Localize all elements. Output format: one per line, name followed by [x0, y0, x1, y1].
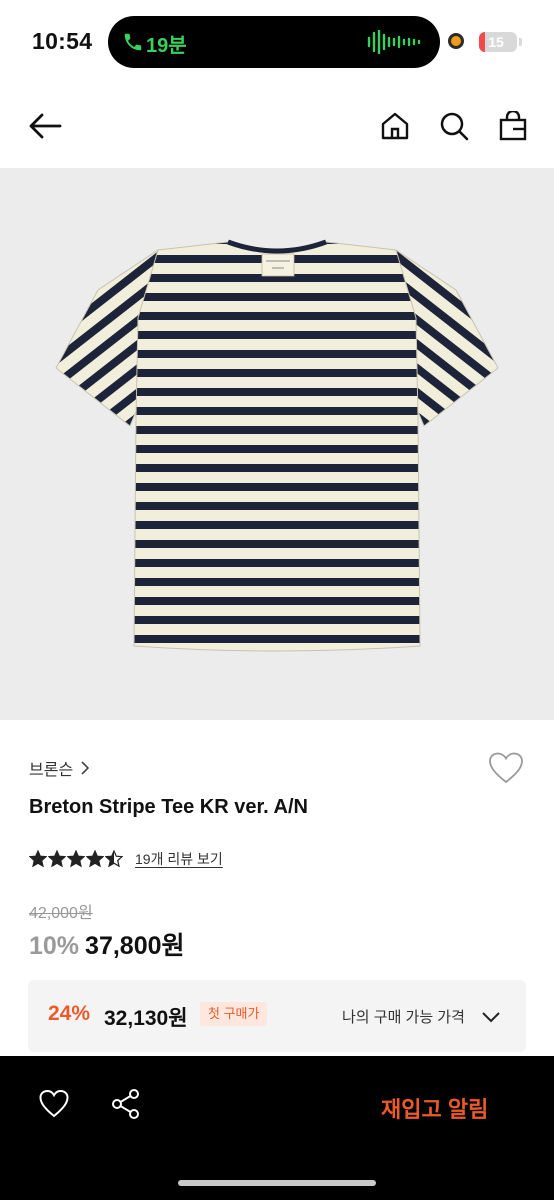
product-image[interactable]	[0, 168, 554, 720]
product-name: Breton Stripe Tee KR ver. A/N	[29, 796, 308, 818]
shopping-bag-icon	[499, 111, 527, 141]
sale-price: 37,800원	[85, 932, 185, 960]
battery-level: 15	[488, 34, 504, 50]
home-indicator[interactable]	[178, 1180, 376, 1186]
review-link[interactable]: 19개 리뷰 보기	[135, 849, 223, 869]
arrow-left-icon	[29, 113, 62, 139]
battery-tip	[519, 38, 522, 46]
star-icon	[67, 850, 85, 868]
brand-name: 브론슨	[29, 762, 74, 779]
coupon-price: 32,130원	[104, 1007, 188, 1030]
top-nav-bar	[0, 84, 554, 168]
my-price-box[interactable]: 24% 32,130원 첫 구매가 나의 구매 가능 가격	[28, 980, 526, 1052]
star-icon	[86, 850, 104, 868]
price-row: 10% 37,800원	[29, 926, 185, 962]
discount-rate: 10%	[29, 932, 80, 960]
first-purchase-badge: 첫 구매가	[200, 1002, 268, 1026]
back-button[interactable]	[27, 108, 63, 144]
restock-alert-button[interactable]: 재입고 알림	[381, 1092, 488, 1124]
original-price: 42,000원	[29, 905, 93, 922]
home-button[interactable]	[377, 108, 413, 144]
cart-button[interactable]	[495, 108, 531, 144]
coupon-discount-rate: 24%	[48, 1002, 91, 1025]
status-time: 10:54	[32, 28, 93, 54]
chevron-down-icon[interactable]	[480, 1006, 502, 1028]
phone-icon	[124, 33, 142, 51]
home-icon	[381, 112, 409, 140]
chevron-right-icon	[81, 761, 90, 775]
my-price-label: 나의 구매 가능 가격	[342, 1009, 465, 1026]
call-duration: 19분	[146, 35, 187, 57]
star-icon	[105, 850, 123, 868]
bottom-action-bar: 재입고 알림	[0, 1056, 554, 1200]
brand-link[interactable]: 브론슨	[29, 756, 90, 780]
star-rating	[29, 850, 123, 868]
status-bar: 10:54 19분 15	[0, 0, 554, 84]
battery-icon: 15	[479, 32, 517, 52]
star-icon	[29, 850, 47, 868]
audio-waveform-icon	[367, 30, 421, 54]
heart-icon[interactable]	[38, 1089, 70, 1119]
recording-indicator	[448, 33, 464, 49]
search-button[interactable]	[436, 108, 472, 144]
dynamic-island-call[interactable]: 19분	[108, 16, 440, 68]
wishlist-heart-icon[interactable]	[488, 752, 524, 784]
star-icon	[48, 850, 66, 868]
search-icon	[440, 112, 469, 141]
rating-row: 19개 리뷰 보기	[29, 848, 223, 870]
share-icon[interactable]	[110, 1088, 142, 1120]
breton-stripe-tee-photo	[55, 239, 499, 652]
